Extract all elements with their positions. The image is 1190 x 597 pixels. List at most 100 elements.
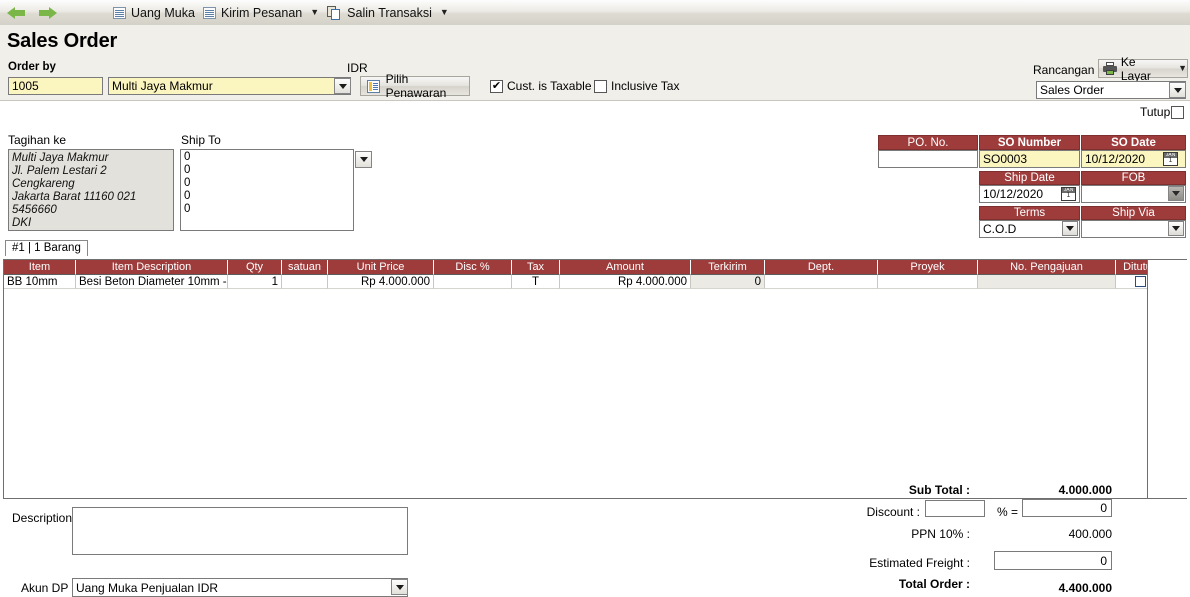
customer-dropdown-button[interactable] [334, 78, 351, 94]
bill-to-address: Multi Jaya Makmur Jl. Palem Lestari 2 Ce… [8, 149, 174, 231]
column-header-amount[interactable]: Amount [560, 260, 691, 275]
page-title: Sales Order [7, 30, 118, 52]
column-header-unit-price[interactable]: Unit Price [328, 260, 434, 275]
order-by-label: Order by [8, 61, 56, 73]
grid-header-row: Item Item Description Qty satuan Unit Pr… [4, 260, 1186, 275]
list-icon [367, 79, 380, 93]
terms-header: Terms [979, 206, 1080, 220]
grid-empty-area[interactable] [4, 289, 1186, 498]
column-header-item[interactable]: Item [4, 260, 76, 275]
pilih-penawaran-label: Pilih Penawaran [385, 72, 447, 100]
ship-to-address[interactable]: 0 0 0 0 0 [180, 149, 354, 231]
inclusive-tax-checkbox[interactable] [594, 79, 607, 93]
customer-code-input[interactable] [8, 77, 103, 95]
freight-label: Estimated Freight : [869, 556, 970, 570]
total-order-label: Total Order : [898, 577, 970, 591]
column-header-proyek[interactable]: Proyek [878, 260, 978, 275]
pilih-penawaran-button[interactable]: Pilih Penawaran [360, 72, 470, 100]
ship-to-dropdown-button[interactable] [355, 151, 372, 168]
fob-header: FOB [1081, 171, 1186, 185]
ship-to-line: 0 [184, 164, 191, 176]
freight-input[interactable]: 0 [994, 551, 1112, 570]
column-header-satuan[interactable]: satuan [282, 260, 328, 275]
toolbar-item-label: Uang Muka [131, 5, 195, 20]
arrow-right-icon [39, 6, 57, 19]
list-icon [202, 6, 216, 19]
ship-via-header: Ship Via [1081, 206, 1186, 220]
discount-label: Discount : [866, 505, 920, 519]
toolbar-item-salin-transaksi[interactable]: Salin Transaksi ▼ [323, 1, 453, 25]
column-header-qty[interactable]: Qty [228, 260, 282, 275]
ship-to-line: 0 [184, 177, 191, 189]
cell-proyek[interactable] [878, 275, 978, 289]
inclusive-tax-label: Inclusive Tax [611, 79, 680, 93]
cust-taxable-row[interactable]: Cust. is Taxable [490, 79, 592, 93]
column-header-terkirim[interactable]: Terkirim [691, 260, 765, 275]
column-header-description[interactable]: Item Description [76, 260, 228, 275]
ship-to-label: Ship To [181, 133, 221, 147]
cell-item[interactable]: BB 10mm [4, 275, 76, 289]
cell-satuan[interactable] [282, 275, 328, 289]
cell-dept[interactable] [765, 275, 878, 289]
chevron-down-icon[interactable]: ▼ [310, 8, 319, 17]
terms-dropdown-button[interactable] [1062, 221, 1078, 236]
table-row[interactable]: BB 10mm Besi Beton Diameter 10mm - 1 1 R… [4, 275, 1186, 289]
currency-label: IDR [347, 61, 368, 75]
description-label: Description: [12, 511, 76, 525]
chevron-down-icon[interactable]: ▼ [440, 8, 449, 17]
column-header-dept[interactable]: Dept. [765, 260, 878, 275]
page-content: Sales Order Order by IDR Pilih Penawaran… [0, 25, 1190, 597]
po-no-value[interactable] [878, 150, 978, 168]
column-header-no-pengajuan[interactable]: No. Pengajuan [978, 260, 1116, 275]
cell-qty[interactable]: 1 [228, 275, 282, 289]
printer-icon [1103, 62, 1117, 75]
tab-barang[interactable]: #1 | 1 Barang [5, 240, 88, 256]
column-header-tax[interactable]: Tax [512, 260, 560, 275]
cell-disc[interactable] [434, 275, 512, 289]
toolbar-item-kirim-pesanan[interactable]: Kirim Pesanan ▼ [199, 1, 323, 25]
discount-amount-input[interactable]: 0 [1022, 499, 1112, 517]
cust-taxable-label: Cust. is Taxable [507, 79, 592, 93]
ke-layar-button[interactable]: Ke Layar ▼ [1098, 55, 1188, 83]
ship-to-line: 0 [184, 151, 191, 163]
bill-to-label: Tagihan ke [8, 133, 67, 147]
cust-taxable-checkbox[interactable] [490, 79, 503, 93]
sub-total-value: 4.000.000 [1058, 483, 1112, 497]
percent-label: % = [996, 505, 1018, 519]
fob-dropdown-button[interactable] [1168, 186, 1184, 201]
ppn-value: 400.000 [1068, 527, 1112, 541]
bill-to-line: Cengkareng [12, 178, 75, 190]
akun-dp-select[interactable] [72, 578, 408, 597]
toolbar-item-label: Salin Transaksi [347, 5, 432, 20]
sales-order-window: Uang Muka Kirim Pesanan ▼ Salin Transaks… [0, 0, 1190, 597]
cell-terkirim: 0 [691, 275, 765, 289]
tutup-label: Tutup [1140, 105, 1171, 119]
calendar-icon[interactable]: JAN 1 [1061, 187, 1076, 201]
bill-to-line: Jl. Palem Lestari 2 [12, 165, 107, 177]
cell-amount[interactable]: Rp 4.000.000 [560, 275, 691, 289]
rancangan-label: Rancangan [1033, 63, 1095, 77]
line-items-grid: Item Item Description Qty satuan Unit Pr… [3, 259, 1187, 499]
ditutup-checkbox[interactable] [1135, 276, 1146, 287]
discount-input[interactable] [925, 500, 985, 517]
cell-description[interactable]: Besi Beton Diameter 10mm - 1 [76, 275, 228, 289]
toolbar-item-uang-muka[interactable]: Uang Muka [109, 1, 199, 25]
ke-layar-label: Ke Layar [1120, 54, 1151, 83]
arrow-left-icon [7, 6, 25, 19]
bill-to-line: Multi Jaya Makmur [12, 152, 109, 164]
inclusive-tax-row[interactable]: Inclusive Tax [594, 79, 679, 93]
customer-name-input[interactable] [108, 77, 351, 95]
back-button[interactable] [0, 1, 32, 25]
column-header-disc[interactable]: Disc % [434, 260, 512, 275]
cell-unit-price[interactable]: Rp 4.000.000 [328, 275, 434, 289]
cell-tax[interactable]: T [512, 275, 560, 289]
chevron-down-icon[interactable]: ▼ [1178, 64, 1187, 73]
forward-button[interactable] [32, 1, 64, 25]
description-textarea[interactable] [72, 507, 408, 555]
tutup-checkbox[interactable] [1171, 106, 1184, 119]
rancangan-select[interactable] [1036, 81, 1186, 99]
rancangan-dropdown-button[interactable] [1169, 82, 1186, 98]
calendar-icon[interactable]: JAN 1 [1163, 152, 1178, 166]
ship-via-dropdown-button[interactable] [1168, 221, 1184, 236]
so-number-value[interactable]: SO0003 [979, 150, 1080, 168]
